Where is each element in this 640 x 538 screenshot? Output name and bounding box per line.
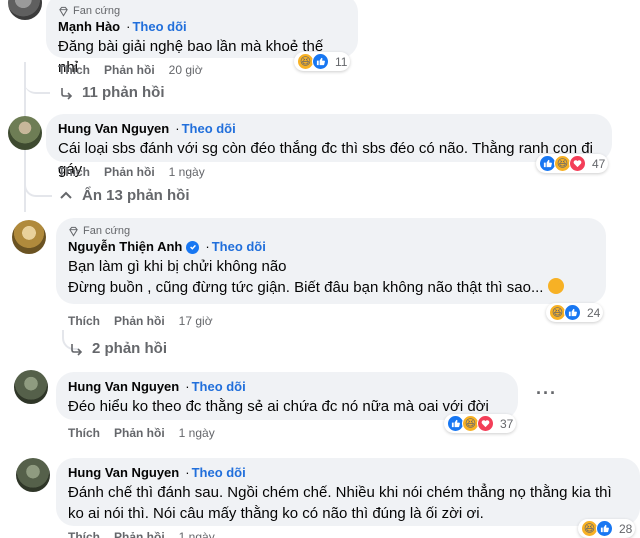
sad-face-emoji-icon bbox=[547, 278, 564, 294]
comment-header: Mạnh Hào · Theo dõi bbox=[58, 18, 346, 36]
author-name[interactable]: Hung Van Nguyen bbox=[68, 464, 179, 482]
reply-arrow-icon bbox=[71, 343, 83, 356]
reply-button[interactable]: Phản hồi bbox=[104, 165, 155, 179]
love-icon bbox=[569, 155, 586, 172]
replies-label: 2 phản hồi bbox=[92, 340, 167, 357]
comment-header: Hung Van Nguyen · Theo dõi bbox=[68, 464, 628, 482]
verified-badge-icon bbox=[186, 240, 200, 254]
fan-badge: Fan cứng bbox=[68, 224, 594, 238]
separator-dot: · bbox=[185, 465, 190, 480]
reaction-count: 11 bbox=[335, 54, 348, 69]
comment-text: Đéo hiểu ko theo đc thằng sẻ ai chứa đc … bbox=[68, 398, 489, 415]
like-icon bbox=[564, 304, 581, 321]
reaction-count: 47 bbox=[592, 156, 606, 171]
avatar[interactable] bbox=[12, 220, 46, 254]
comment-actions: Thích Phản hồi 20 giờ bbox=[58, 63, 203, 77]
separator-dot: · bbox=[126, 19, 131, 34]
like-icon bbox=[312, 53, 329, 70]
separator-dot: · bbox=[175, 121, 180, 136]
comment-header: Hung Van Nguyen · Theo dõi bbox=[68, 378, 506, 396]
like-button[interactable]: Thích bbox=[68, 426, 100, 440]
follow-link[interactable]: Theo dõi bbox=[132, 18, 186, 36]
comment-actions: Thích Phản hồi 1 ngày bbox=[68, 530, 215, 538]
timestamp[interactable]: 17 giờ bbox=[179, 314, 213, 328]
comment-bubble: Fan cứng Mạnh Hào · Theo dõi Đăng bài gi… bbox=[46, 0, 358, 76]
reaction-summary[interactable]: 😆 28 bbox=[578, 519, 636, 538]
love-icon bbox=[477, 415, 494, 432]
avatar[interactable] bbox=[8, 0, 42, 20]
comment-text-line-content: Đừng buồn , cũng đừng tức giận. Biết đâu… bbox=[68, 279, 544, 296]
comment-header: Nguyễn Thiện Anh · Theo dõi bbox=[68, 238, 594, 256]
view-replies-button[interactable]: 2 phản hồi bbox=[68, 340, 167, 357]
diamond-icon bbox=[69, 226, 78, 237]
chevron-up-icon bbox=[60, 191, 72, 199]
author-name[interactable]: Hung Van Nguyen bbox=[58, 120, 169, 138]
comment-text-line: Đừng buồn , cũng đừng tức giận. Biết đâu… bbox=[68, 277, 594, 298]
like-button[interactable]: Thích bbox=[68, 314, 100, 328]
fan-badge-label: Fan cứng bbox=[83, 225, 131, 237]
comment-bubble: Hung Van Nguyen · Theo dõi Đánh chế thì … bbox=[56, 458, 640, 526]
hide-replies-button[interactable]: Ẩn 13 phản hồi bbox=[58, 187, 190, 204]
avatar[interactable] bbox=[8, 116, 42, 150]
comment-actions: Thích Phản hồi 17 giờ bbox=[68, 314, 213, 328]
comment-bubble: Fan cứng Nguyễn Thiện Anh · Theo dõi Bạn… bbox=[56, 218, 606, 304]
fan-badge-label: Fan cứng bbox=[73, 5, 121, 17]
thread-connector bbox=[24, 68, 50, 94]
reaction-summary[interactable]: 😆 37 bbox=[444, 414, 517, 433]
more-options-icon[interactable]: ··· bbox=[536, 383, 557, 404]
view-replies-button[interactable]: 11 phản hồi bbox=[58, 84, 165, 101]
comment-actions: Thích Phản hồi 1 ngày bbox=[58, 165, 205, 179]
timestamp[interactable]: 20 giờ bbox=[169, 63, 203, 77]
reaction-summary[interactable]: 😆 47 bbox=[536, 154, 609, 173]
replies-label: Ẩn 13 phản hồi bbox=[82, 187, 190, 204]
fan-badge: Fan cứng bbox=[58, 4, 346, 18]
comment-text-line: Bạn làm gì khi bị chửi không não bbox=[68, 258, 287, 275]
comment-actions: Thích Phản hồi 1 ngày bbox=[68, 426, 215, 440]
timestamp[interactable]: 1 ngày bbox=[179, 426, 215, 440]
follow-link[interactable]: Theo dõi bbox=[182, 120, 236, 138]
timestamp[interactable]: 1 ngày bbox=[169, 165, 205, 179]
author-name[interactable]: Mạnh Hào bbox=[58, 18, 120, 36]
avatar[interactable] bbox=[16, 458, 50, 492]
avatar[interactable] bbox=[14, 370, 48, 404]
replies-label: 11 phản hồi bbox=[82, 84, 165, 101]
like-button[interactable]: Thích bbox=[68, 530, 100, 538]
follow-link[interactable]: Theo dõi bbox=[192, 464, 246, 482]
reply-button[interactable]: Phản hồi bbox=[114, 314, 165, 328]
comment-text-line: Đánh chế thì đánh sau. Ngồi chém chế. Nh… bbox=[68, 484, 612, 501]
like-button[interactable]: Thích bbox=[58, 63, 90, 77]
follow-link[interactable]: Theo dõi bbox=[212, 238, 266, 256]
reply-button[interactable]: Phản hồi bbox=[104, 63, 155, 77]
reaction-summary[interactable]: 😆 11 bbox=[294, 52, 351, 71]
reaction-count: 24 bbox=[587, 305, 601, 320]
separator-dot: · bbox=[185, 379, 190, 394]
comment-bubble: Hung Van Nguyen · Theo dõi Đéo hiểu ko t… bbox=[56, 372, 518, 420]
reaction-count: 37 bbox=[500, 416, 514, 431]
reply-button[interactable]: Phản hồi bbox=[114, 426, 165, 440]
like-button[interactable]: Thích bbox=[58, 165, 90, 179]
author-name[interactable]: Nguyễn Thiện Anh bbox=[68, 238, 182, 256]
follow-link[interactable]: Theo dõi bbox=[192, 378, 246, 396]
reaction-summary[interactable]: 😆 24 bbox=[546, 303, 604, 322]
separator-dot: · bbox=[205, 239, 210, 254]
thread-connector bbox=[24, 175, 52, 197]
comment-text-line: ko ai nói thì. Nói câu mấy thằng ko có n… bbox=[68, 505, 484, 522]
comment-header: Hung Van Nguyen · Theo dõi bbox=[58, 120, 600, 138]
reaction-count: 28 bbox=[619, 521, 633, 536]
timestamp[interactable]: 1 ngày bbox=[179, 530, 215, 538]
like-icon bbox=[596, 520, 613, 537]
author-name[interactable]: Hung Van Nguyen bbox=[68, 378, 179, 396]
reply-arrow-icon bbox=[61, 87, 73, 100]
reply-button[interactable]: Phản hồi bbox=[114, 530, 165, 538]
comment-bubble: Hung Van Nguyen · Theo dõi Cái loại sbs … bbox=[46, 114, 612, 178]
diamond-icon bbox=[59, 6, 68, 17]
